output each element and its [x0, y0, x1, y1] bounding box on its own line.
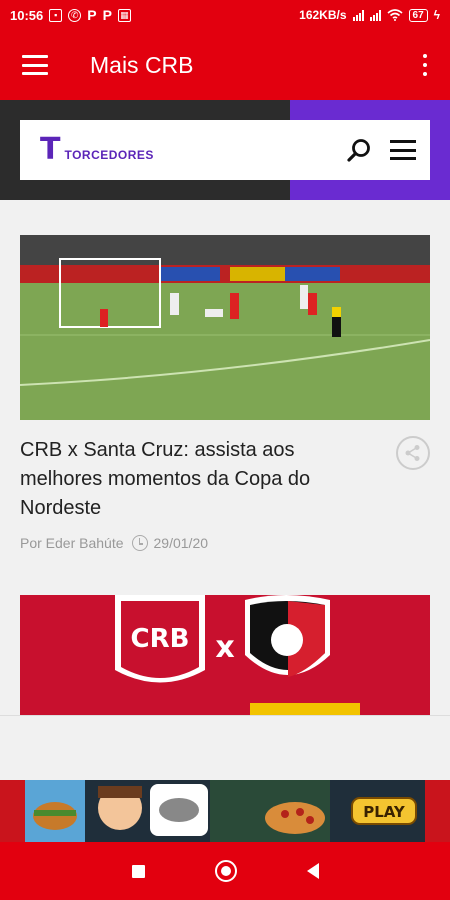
- recents-button[interactable]: [131, 864, 145, 878]
- article-date: 29/01/20: [153, 535, 209, 551]
- banner-header: T TORCEDORES: [20, 120, 430, 180]
- ad-play-label: PLAY: [363, 803, 406, 821]
- net-speed: 162KB/s: [299, 8, 347, 22]
- home-button[interactable]: [214, 860, 237, 882]
- ad-banner[interactable]: PLAY: [0, 780, 450, 842]
- system-nav-bar: [0, 842, 450, 900]
- share-icon: [405, 445, 420, 461]
- torcedores-banner: T TORCEDORES: [0, 100, 450, 200]
- status-right: 162KB/s 67 ϟ: [299, 8, 440, 22]
- signal-icon: [352, 9, 364, 21]
- banner-actions: [346, 137, 416, 163]
- status-left: 10:56 ▪ ✆ P P ▦: [10, 8, 131, 23]
- second-article-thumbnail[interactable]: CRB x: [20, 595, 430, 715]
- article-card[interactable]: CRB x Santa Cruz: assista aos melhores m…: [20, 235, 430, 551]
- charging-icon: ϟ: [433, 8, 440, 22]
- torcedores-logo[interactable]: T: [40, 135, 60, 165]
- article-meta: Por Eder Bahúte 29/01/20: [20, 535, 430, 551]
- torcedores-wordmark[interactable]: TORCEDORES: [64, 148, 153, 162]
- more-vert-icon[interactable]: [420, 54, 430, 76]
- signal-icon-2: [369, 9, 381, 21]
- gallery-icon: ▦: [117, 8, 131, 22]
- article-feed[interactable]: CRB x Santa Cruz: assista aos melhores m…: [0, 200, 450, 715]
- article-thumbnail[interactable]: [20, 235, 430, 420]
- app-bar: Mais CRB: [0, 30, 450, 100]
- content-divider-area: [0, 715, 450, 780]
- banner-menu-icon[interactable]: [390, 140, 416, 160]
- p-app-icon-2: P: [102, 7, 112, 23]
- versus-label: x: [215, 630, 234, 665]
- status-time: 10:56: [10, 7, 44, 23]
- search-icon[interactable]: [346, 137, 372, 163]
- crb-crest-label: CRB: [131, 624, 190, 654]
- back-button[interactable]: [306, 863, 319, 879]
- battery-icon: 67: [408, 8, 428, 22]
- status-bar: 10:56 ▪ ✆ P P ▦ 162KB/s 67 ϟ: [0, 0, 450, 30]
- app-title: Mais CRB: [90, 51, 194, 78]
- clock-icon: [131, 535, 148, 551]
- article-title[interactable]: CRB x Santa Cruz: assista aos melhores m…: [20, 436, 380, 523]
- battery-level: 67: [412, 9, 424, 21]
- notification-app-icon: ▪: [49, 8, 63, 22]
- hamburger-menu-icon[interactable]: [22, 55, 48, 75]
- article-title-row: CRB x Santa Cruz: assista aos melhores m…: [20, 436, 430, 523]
- p-app-icon: P: [87, 7, 97, 23]
- wifi-icon: [386, 9, 403, 21]
- article-author: Por Eder Bahúte: [20, 535, 124, 551]
- whatsapp-icon: ✆: [68, 8, 82, 22]
- share-button[interactable]: [396, 436, 430, 470]
